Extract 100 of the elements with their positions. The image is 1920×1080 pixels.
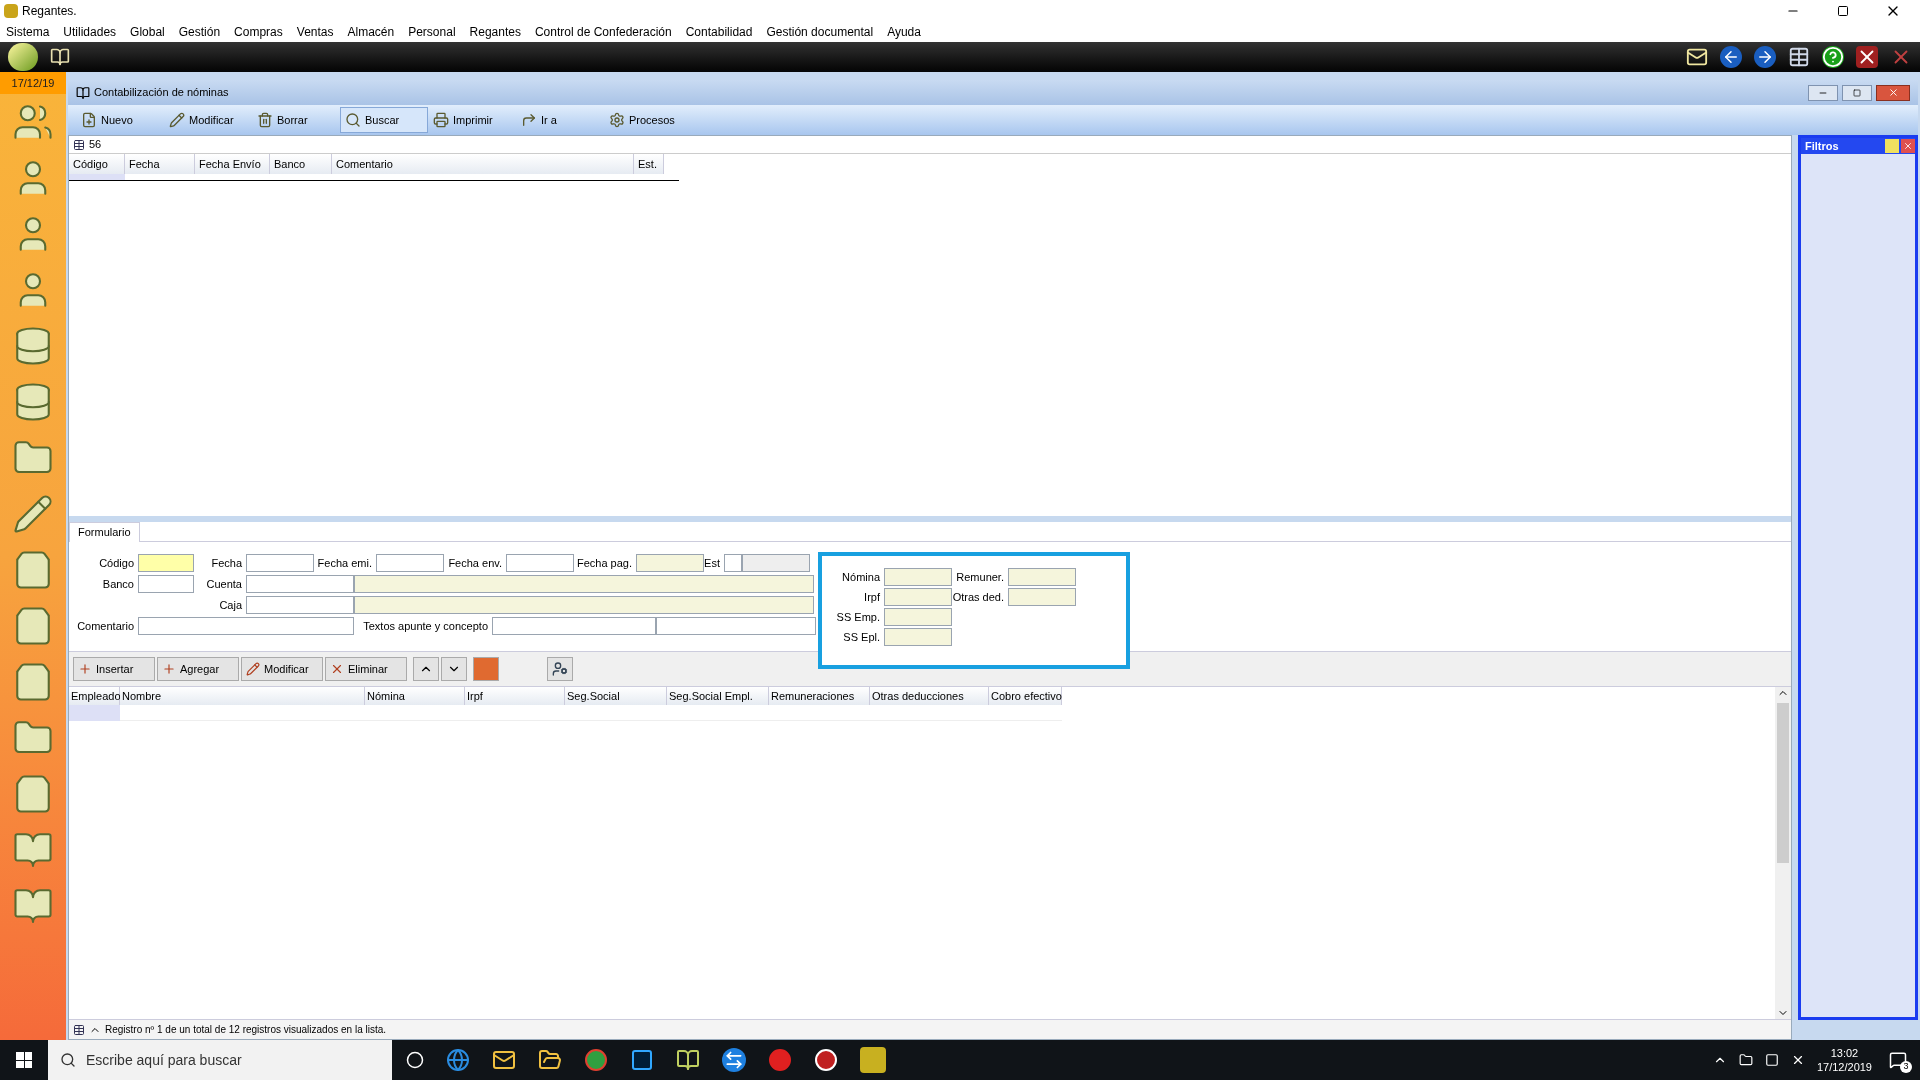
folder-icon[interactable] [538, 1048, 562, 1072]
input-field[interactable] [246, 596, 354, 614]
minimize-button[interactable] [1808, 84, 1838, 101]
close-icon[interactable] [1856, 46, 1878, 68]
mail-icon[interactable] [492, 1048, 516, 1072]
column-header[interactable]: Remuneraciones [769, 687, 870, 705]
menu-item[interactable]: Sistema [6, 23, 50, 41]
field-label: Cuenta [205, 576, 243, 592]
column-header[interactable]: Código [69, 154, 125, 174]
input-field[interactable] [884, 588, 952, 606]
back-icon[interactable] [1720, 46, 1742, 68]
column-header[interactable]: Seg.Social Empl. [667, 687, 769, 705]
input-field[interactable] [506, 554, 574, 572]
task-view-icon[interactable] [406, 1051, 424, 1069]
book-icon[interactable] [50, 47, 70, 67]
notifications-icon[interactable] [1889, 1051, 1907, 1069]
column-header[interactable]: Irpf [465, 687, 565, 705]
orb-icon[interactable] [8, 43, 38, 71]
menu-item[interactable]: Regantes [469, 23, 521, 41]
scrollbar-thumb[interactable] [1777, 703, 1789, 863]
line-button[interactable]: Modificar [241, 657, 323, 681]
input-field[interactable] [1008, 588, 1076, 606]
column-header[interactable]: Est. [634, 154, 664, 174]
menu-item[interactable]: Gestión [178, 23, 221, 41]
move-down-button[interactable] [441, 657, 467, 681]
maximize-button[interactable] [1842, 84, 1872, 101]
toolbar-button[interactable]: Procesos [604, 107, 692, 133]
remote-icon[interactable] [722, 1048, 746, 1072]
menu-item[interactable]: Control de Confederación [534, 23, 672, 41]
toolbar-button[interactable]: Modificar [164, 107, 252, 133]
mail-icon[interactable] [1686, 46, 1708, 68]
column-header[interactable]: Nómina [365, 687, 465, 705]
input-field[interactable] [138, 617, 354, 635]
app-icon[interactable] [630, 1048, 654, 1072]
window-layout-icon[interactable] [1788, 46, 1810, 68]
column-header[interactable]: Empleado [69, 687, 120, 705]
cross-icon [330, 662, 344, 676]
column-header[interactable]: Nombre [120, 687, 365, 705]
toolbar-button[interactable]: Buscar [340, 107, 428, 133]
column-header[interactable]: Banco [270, 154, 332, 174]
toolbar-button[interactable]: Nuevo [76, 107, 164, 133]
input-field[interactable] [742, 554, 810, 572]
menu-item[interactable]: Almacén [347, 23, 395, 41]
windows-start-icon[interactable] [16, 1052, 32, 1068]
input-field[interactable] [884, 568, 952, 586]
input-field[interactable] [138, 554, 194, 572]
input-field[interactable] [376, 554, 444, 572]
input-field[interactable] [246, 554, 314, 572]
clock-time[interactable]: 13:02 [1830, 1046, 1859, 1060]
menu-item[interactable]: Gestión documental [766, 23, 874, 41]
maximize-icon [1853, 88, 1861, 97]
search-icon [345, 112, 361, 128]
table-icon [73, 1023, 85, 1036]
toolbar-button[interactable]: Imprimir [428, 107, 516, 133]
line-button[interactable]: Eliminar [325, 657, 407, 681]
menu-item[interactable]: Contabilidad [685, 23, 753, 41]
column-header[interactable]: Comentario [332, 154, 634, 174]
input-field[interactable] [246, 575, 354, 593]
column-header[interactable]: Seg.Social [565, 687, 667, 705]
menu-item[interactable]: Compras [234, 23, 283, 41]
line-button[interactable]: Insertar [73, 657, 155, 681]
restore-icon [1837, 5, 1849, 17]
menu-item[interactable]: Utilidades [63, 23, 117, 41]
toolbar-button[interactable]: Borrar [252, 107, 340, 133]
toolbar-button[interactable]: Ir a [516, 107, 604, 133]
input-field[interactable] [138, 575, 194, 593]
input-field[interactable] [656, 617, 816, 635]
column-header[interactable]: Fecha [125, 154, 195, 174]
column-header[interactable]: Cobro efectivo [989, 687, 1062, 705]
browser-icon[interactable] [446, 1048, 470, 1072]
clock-date[interactable]: 17/12/2019 [1816, 1060, 1872, 1074]
input-field[interactable] [636, 554, 704, 572]
pencil-icon[interactable] [12, 493, 54, 535]
input-field[interactable] [884, 628, 952, 646]
scrollbar[interactable] [1775, 687, 1791, 1019]
forward-icon[interactable] [1754, 46, 1776, 68]
app-icon[interactable] [676, 1048, 700, 1072]
field-label: Código [98, 555, 135, 571]
taskbar-search-field[interactable]: Escribe aquí para buscar [48, 1040, 392, 1080]
window-title: Contabilización de nóminas [94, 85, 229, 101]
column-header[interactable]: Fecha Envío [195, 154, 270, 174]
column-header[interactable]: Otras deducciones [870, 687, 989, 705]
new-file-icon [81, 112, 97, 128]
user-settings-button[interactable] [547, 657, 573, 681]
input-field[interactable] [354, 596, 814, 614]
menu-item[interactable]: Ventas [296, 23, 334, 41]
input-field[interactable] [492, 617, 656, 635]
line-button[interactable]: Agregar [157, 657, 239, 681]
menu-item[interactable]: Global [130, 23, 165, 41]
help-icon[interactable] [1822, 46, 1844, 68]
menu-item[interactable]: Ayuda [887, 23, 921, 41]
field-label: Comentario [76, 618, 135, 634]
input-field[interactable] [1008, 568, 1076, 586]
menu-item[interactable]: Personal [408, 23, 456, 41]
input-field[interactable] [354, 575, 814, 593]
input-field[interactable] [724, 554, 742, 572]
form-tab[interactable]: Formulario [69, 522, 140, 542]
move-up-button[interactable] [413, 657, 439, 681]
browser-icon[interactable] [584, 1048, 608, 1072]
input-field[interactable] [884, 608, 952, 626]
